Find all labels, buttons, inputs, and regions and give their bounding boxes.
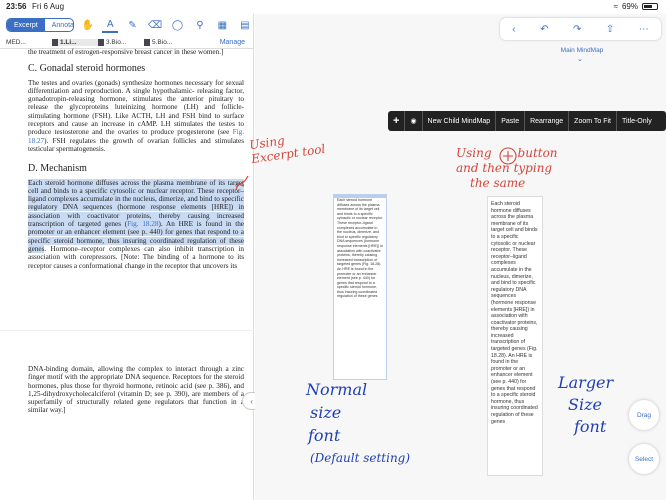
menu-rearrange[interactable]: Rearrange — [525, 111, 570, 131]
page-break — [0, 330, 254, 331]
ink-line: and then typing — [456, 161, 553, 175]
mindmap-node-excerpt[interactable]: Each steroid hormone diffuses across the… — [333, 194, 387, 380]
paragraph-lower: DNA-binding domain, allowing the complex… — [28, 365, 244, 415]
book-icon — [144, 38, 150, 46]
document-toolbar: Excerpt Annotate ✋ A ✎ ⌫ ◯ ⚲ ▦ ▤ — [0, 14, 253, 36]
ink-line: Using button — [456, 146, 558, 161]
node-text: Each steroid hormone diffuses across the… — [337, 198, 383, 299]
ink-word: Using — [456, 146, 492, 160]
ink-line: Size — [568, 395, 602, 414]
book-icon — [52, 38, 58, 46]
excerpt-mode-button[interactable]: Excerpt — [7, 19, 45, 31]
eraser-icon[interactable]: ⌫ — [147, 17, 163, 33]
undo-icon[interactable]: ↶ — [540, 24, 548, 35]
select-button[interactable]: Select — [629, 444, 659, 474]
doc-top-line: the treatment of estrogen-responsive bre… — [28, 48, 224, 56]
lasso-icon[interactable]: ◯ — [169, 17, 185, 33]
battery-fill — [644, 5, 653, 8]
ink-line: Normal — [306, 380, 368, 399]
ink-line: Larger — [558, 373, 614, 392]
manage-button[interactable]: Manage — [220, 39, 245, 46]
text-run: ). FSH regulates the growth of ovarian f… — [28, 136, 244, 153]
tab-label: 3.Bio... — [106, 38, 127, 46]
mindmap-node-typed[interactable]: Each steroid hormone diffuses across the… — [487, 196, 543, 476]
menu-zoom-to-fit[interactable]: Zoom To Fit — [569, 111, 617, 131]
plus-icon[interactable]: + — [388, 111, 406, 131]
menu-paste[interactable]: Paste — [496, 111, 526, 131]
menu-title-only[interactable]: Title-Only — [617, 111, 657, 131]
ink-line: size — [310, 403, 342, 422]
battery-percent: 69% — [621, 2, 638, 11]
ink-using-plus: Using button and then typing the same — [456, 146, 558, 191]
grid-icon[interactable]: ▦ — [214, 17, 230, 33]
text-run: . Hormone–receptor complexes can also in… — [28, 244, 244, 270]
node-selection-bar — [334, 195, 386, 198]
battery-icon — [642, 3, 658, 10]
status-right: ≈ 69% — [614, 2, 658, 11]
status-bar: 23:56 Fri 6 Aug ≈ 69% — [0, 0, 666, 14]
tab-label: 1.Li... — [60, 38, 77, 46]
document-icon[interactable]: ▤ — [237, 17, 253, 33]
share-icon[interactable]: ⇧ — [606, 24, 614, 35]
mindmap-title[interactable]: Main MindMap — [557, 47, 607, 54]
tab-3-bio[interactable]: 3.Bio... — [98, 38, 144, 46]
ink-line: font — [574, 417, 607, 436]
menu-new-child-mindmap[interactable]: New Child MindMap — [423, 111, 497, 131]
document-pane: Excerpt Annotate ✋ A ✎ ⌫ ◯ ⚲ ▦ ▤ MED... … — [0, 14, 254, 500]
mode-segment: Excerpt Annotate — [6, 18, 74, 32]
section-heading-d: D. Mechanism — [28, 163, 87, 175]
camera-icon[interactable]: ◉ — [405, 111, 423, 131]
tab-med[interactable]: MED... — [6, 39, 52, 46]
search-icon[interactable]: ⚲ — [192, 17, 208, 33]
document-text-lower[interactable]: DNA-binding domain, allowing the complex… — [28, 365, 244, 415]
paragraph-c: The testes and ovaries (gonads) synthesi… — [28, 79, 244, 154]
pen-icon[interactable]: ✎ — [124, 17, 140, 33]
more-icon[interactable]: ⋯ — [639, 24, 649, 35]
hand-icon[interactable]: ✋ — [80, 17, 96, 33]
tab-label: 5.Bio... — [152, 38, 173, 46]
node-text: Each steroid hormone diffuses across the… — [491, 201, 538, 425]
figure-link[interactable]: Fig. 18.28 — [127, 220, 159, 229]
ink-line: font — [308, 426, 341, 445]
status-date: Fri 6 Aug — [32, 2, 65, 11]
tab-label: MED... — [6, 38, 26, 46]
document-text[interactable]: the treatment of estrogen-responsive bre… — [28, 48, 244, 273]
context-menu: + ◉ New Child MindMap Paste Rearrange Zo… — [388, 111, 666, 131]
paragraph-d: Each steroid hormone diffuses across the… — [28, 178, 244, 270]
chevron-down-icon[interactable]: ⌄ — [577, 55, 583, 63]
mindmap-toolbar: ‹ ↶ ↷ ⇧ ⋯ — [500, 18, 661, 40]
status-time: 23:56 — [6, 2, 27, 11]
book-icon — [98, 38, 104, 46]
annotate-mode-button[interactable]: Annotate — [45, 19, 73, 31]
ink-line: the same — [470, 176, 526, 190]
ink-word: button — [517, 146, 558, 160]
text-run: The testes and ovaries (gonads) synthesi… — [28, 78, 244, 137]
ink-normal-size: Normal size font (Default setting) — [306, 378, 410, 470]
ink-larger-size: Larger Size font — [558, 372, 613, 438]
back-icon[interactable]: ‹ — [512, 24, 515, 35]
drag-button[interactable]: Drag — [629, 400, 659, 430]
text-icon[interactable]: A — [101, 17, 119, 33]
ink-line: (Default setting) — [310, 451, 411, 465]
redo-icon[interactable]: ↷ — [573, 24, 581, 35]
wifi-icon: ≈ — [613, 2, 618, 11]
section-heading-c: C. Gonadal steroid hormones — [28, 63, 146, 75]
tab-1-li[interactable]: 1.Li... — [52, 38, 98, 46]
tab-5-bio[interactable]: 5.Bio... — [144, 38, 190, 46]
